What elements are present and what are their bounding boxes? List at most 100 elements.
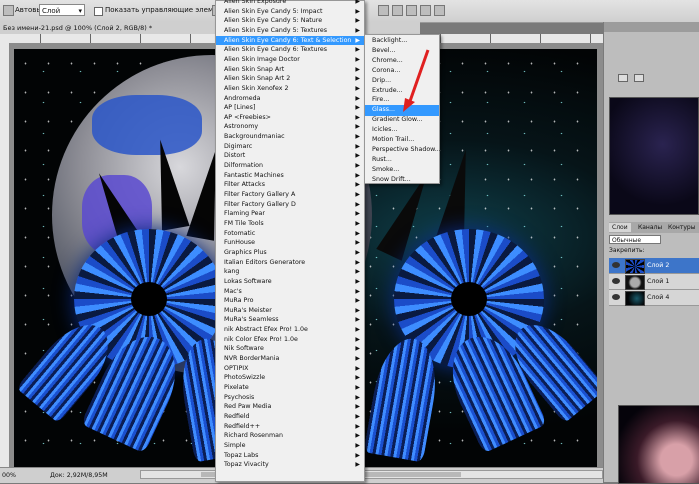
filter-menu-item[interactable]: NVR BorderMania ▶ [216,354,364,364]
menu-item-label: Alien Skin Eye Candy 6: Textures [224,46,328,54]
submenu-item[interactable]: Motion Trail... [365,135,439,145]
filter-menu-item[interactable]: Lokas Software ▶ [216,277,364,287]
distribute-icon-4[interactable] [420,5,431,16]
submenu-item[interactable]: Icicles... [365,125,439,135]
submenu-item[interactable]: Glass... [365,105,439,116]
menu-item-label: AP <Freebies> [224,113,271,121]
filter-menu-item[interactable]: Redfield++ ▶ [216,422,364,432]
submenu-item[interactable]: Extrude... [365,86,439,96]
filter-menu-item[interactable]: Filter Factory Gallery A ▶ [216,190,364,200]
eye-icon[interactable] [612,262,620,268]
filter-menu-item[interactable]: Alien Skin Xenofex 2 ▶ [216,84,364,94]
filter-menu-item[interactable]: Topaz Vivacity ▶ [216,460,364,470]
filter-menu-item[interactable]: FunHouse ▶ [216,238,364,248]
layer-row[interactable]: Слой 4 [609,290,699,306]
distribute-icon[interactable] [378,5,389,16]
submenu-item[interactable]: Snow Drift... [365,175,439,185]
submenu-item[interactable]: Drip... [365,76,439,86]
filter-menu-item[interactable]: PhotoSwizzle ▶ [216,373,364,383]
show-controls-checkbox[interactable] [94,7,103,16]
filter-menu-item[interactable]: nik Abstract Efex Pro! 1.0e ▶ [216,325,364,335]
filter-menu-item[interactable]: Alien Skin Exposure ▶ [216,0,364,7]
filter-menu-item[interactable]: Dilformation ▶ [216,161,364,171]
tab-paths[interactable]: Контуры [665,223,698,232]
collapsed-panel-icon-2[interactable] [634,74,644,82]
submenu-item[interactable]: Bevel... [365,46,439,56]
submenu-arrow-icon: ▶ [355,335,360,343]
submenu-item[interactable]: Gradient Glow... [365,115,439,125]
filter-menu-item[interactable]: nik Color Efex Pro! 1.0e ▶ [216,335,364,345]
filter-menu-item[interactable]: Distort ▶ [216,151,364,161]
tab-layers[interactable]: Слои [609,223,631,232]
filter-menu-item[interactable]: Astronomy ▶ [216,122,364,132]
filter-menu-item[interactable]: Richard Rosenman ▶ [216,431,364,441]
tab-channels[interactable]: Каналы [635,223,665,232]
submenu-arrow-icon: ▶ [355,355,360,363]
layer-row[interactable]: Слой 1 [609,274,699,290]
collapsed-panel-icon[interactable] [618,74,628,82]
filter-menu-item[interactable]: Alien Skin Eye Candy 5: Impact ▶ [216,7,364,17]
submenu-arrow-icon: ▶ [355,123,360,131]
filter-menu-item[interactable]: Digimarc ▶ [216,142,364,152]
filter-menu-item[interactable]: Andromeda ▶ [216,94,364,104]
menu-item-label: Filter Factory Gallery D [224,200,296,208]
submenu-item[interactable]: Corona... [365,66,439,76]
image-thumbnail [618,405,699,484]
filter-menu-item[interactable]: MuRa's Seamless ▶ [216,315,364,325]
filter-menu-item[interactable]: Fotomatic ▶ [216,229,364,239]
filter-menu-item[interactable]: Flaming Pear ▶ [216,209,364,219]
filter-menu-item[interactable]: AP <Freebies> ▶ [216,113,364,123]
filter-menu-item[interactable]: Psychosis ▶ [216,393,364,403]
menu-item-label: Dilformation [224,162,263,170]
menu-item-label: Digimarc [224,142,253,150]
submenu-arrow-icon: ▶ [355,55,360,63]
filter-menu-item[interactable]: MuRa Pro ▶ [216,296,364,306]
menu-item-label: Filter Factory Gallery A [224,191,296,198]
filter-menu-item[interactable]: Redfield ▶ [216,412,364,422]
distribute-icon-3[interactable] [406,5,417,16]
submenu-item[interactable]: Perspective Shadow... [365,145,441,155]
filter-menu-item[interactable]: Filter Factory Gallery D ▶ [216,200,364,210]
submenu-arrow-icon: ▶ [355,412,360,420]
distribute-icon-2[interactable] [392,5,403,16]
blend-mode-select[interactable]: Обычные [609,235,661,244]
filter-menu-item[interactable]: FM Tile Tools ▶ [216,219,364,229]
eye-icon[interactable] [612,278,620,284]
filter-menu-item[interactable]: Nik Software ▶ [216,344,364,354]
filter-menu-item[interactable]: Alien Skin Image Doctor ▶ [216,55,364,65]
submenu-item[interactable]: Chrome... [365,56,439,66]
filter-menu-item[interactable]: Alien Skin Snap Art ▶ [216,65,364,75]
filter-menu-item[interactable]: Graphics Plus ▶ [216,248,364,258]
filter-menu-item[interactable]: Alien Skin Eye Candy 5: Nature ▶ [216,16,364,26]
filter-menu-item[interactable]: Alien Skin Eye Candy 6: Textures ▶ [216,45,364,55]
filter-menu-item[interactable]: Topaz Labs ▶ [216,451,364,461]
filter-menu-item[interactable]: Alien Skin Eye Candy 5: Textures ▶ [216,26,364,36]
filter-menu-item[interactable]: Fantastic Machines ▶ [216,171,364,181]
filter-menu-item[interactable]: kang ▶ [216,267,364,277]
filter-menu-item[interactable]: OPTIPIX ▶ [216,364,364,374]
move-tool-icon[interactable] [3,5,14,16]
submenu-item[interactable]: Rust... [365,155,439,165]
eye-candy-submenu: Backlight... Bevel... Chrome... Corona... Dr… [364,34,441,185]
filter-menu-item[interactable]: Italian Editors Generatore ▶ [216,258,364,268]
submenu-item[interactable]: Smoke... [365,165,439,175]
filter-menu-item[interactable]: Red Paw Media ▶ [216,402,364,412]
filter-menu-item[interactable]: Simple ▶ [216,441,364,451]
filter-menu-item[interactable]: AP [Lines] ▶ [216,103,364,113]
filter-menu-item[interactable]: Alien Skin Snap Art 2 ▶ [216,74,364,84]
autoselect-dropdown[interactable]: Слой [39,4,85,17]
filter-menu-item[interactable]: Pixelate ▶ [216,383,364,393]
eye-icon[interactable] [612,294,620,300]
filter-menu-item[interactable]: MuRa's Meister ▶ [216,306,364,316]
submenu-item[interactable]: Backlight... [365,36,439,46]
filter-menu-item[interactable]: Filter Attacks ▶ [216,180,364,190]
filter-menu-item[interactable]: Alien Skin Eye Candy 6: Text & Selection… [216,35,364,46]
menu-item-label: Red Paw Media [224,403,272,411]
layer-row[interactable]: Слой 2 [609,258,699,274]
horizontal-scrollbar[interactable] [140,470,603,479]
filter-menu-item[interactable]: Mac's ▶ [216,287,364,297]
filter-menu-item[interactable]: Backgroundmaniac ▶ [216,132,364,142]
zoom-level[interactable]: 00% [2,472,16,479]
distribute-icon-5[interactable] [434,5,445,16]
submenu-item[interactable]: Fire... [365,95,439,105]
